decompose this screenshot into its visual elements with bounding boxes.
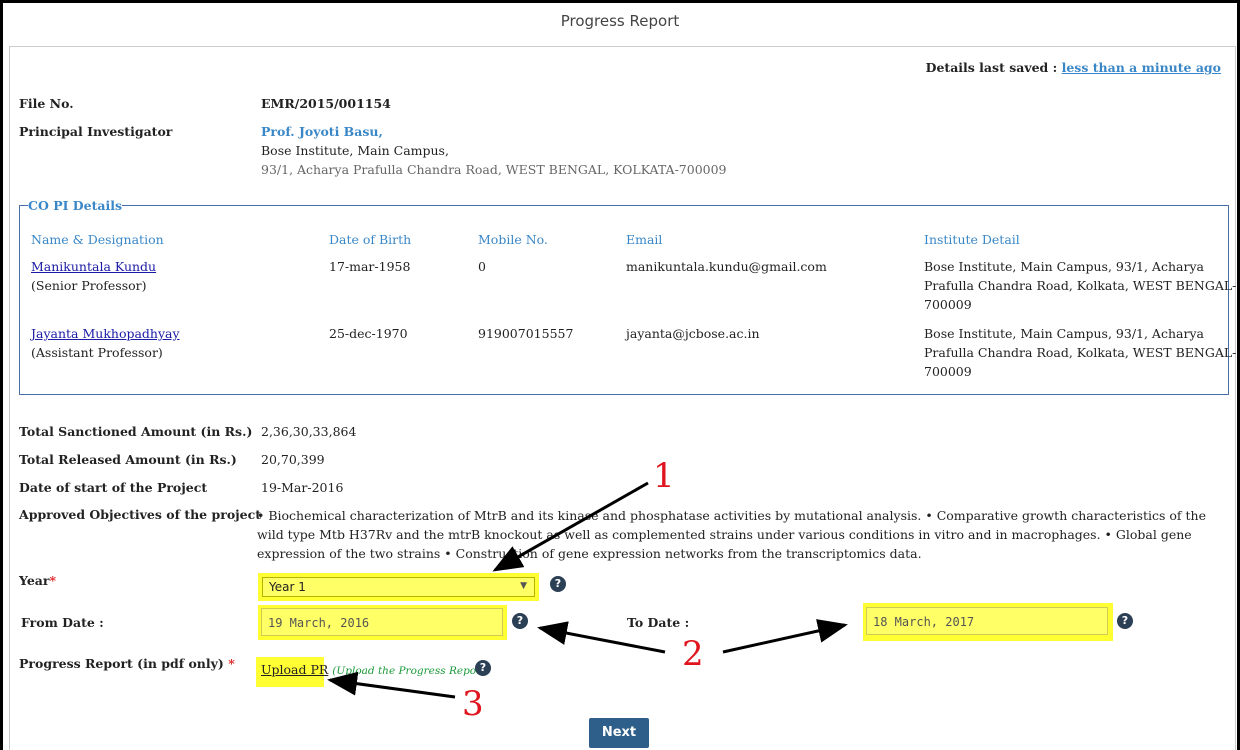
annotation-arrow-3 [327, 671, 456, 699]
annotation-number-2: 2 [682, 634, 704, 674]
annotation-number-1: 1 [653, 456, 675, 496]
annotation-arrow-1 [492, 481, 649, 572]
annotation-arrow-2b [722, 619, 848, 654]
annotation-arrow-2a [537, 621, 666, 654]
annotation-arrows [327, 481, 848, 699]
annotation-number-3: 3 [462, 684, 484, 724]
